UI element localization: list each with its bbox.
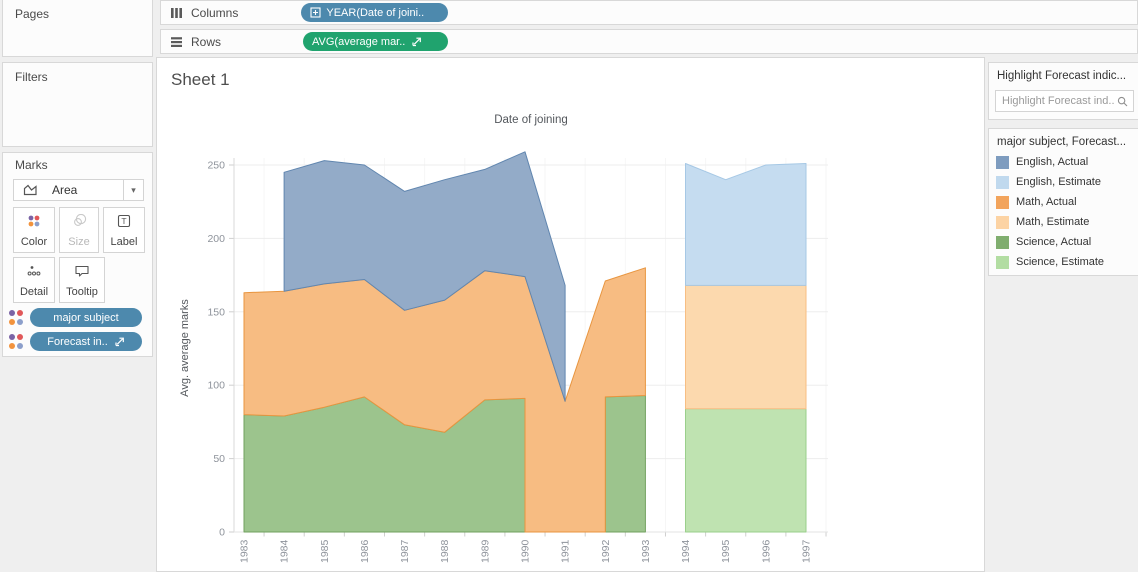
legend-item-label: Math, Estimate	[1016, 216, 1089, 228]
svg-text:50: 50	[213, 453, 225, 465]
pages-shelf[interactable]: Pages	[2, 0, 153, 57]
legend-item-label: Science, Actual	[1016, 236, 1091, 248]
svg-text:1985: 1985	[319, 539, 331, 563]
highlight-search-input[interactable]	[996, 95, 1115, 107]
svg-text:1994: 1994	[680, 539, 692, 563]
svg-text:1992: 1992	[600, 539, 612, 563]
legend-item-english-estimate[interactable]: English, Estimate	[989, 172, 1138, 192]
filters-shelf[interactable]: Filters	[2, 62, 153, 147]
legend-item-science-estimate[interactable]: Science, Estimate	[989, 252, 1138, 272]
label-button-label: Label	[111, 236, 138, 248]
detail-button[interactable]: Detail	[13, 257, 55, 303]
mark-type-value: Area	[52, 183, 77, 197]
chevron-down-icon[interactable]: ▾	[123, 180, 143, 200]
svg-text:1997: 1997	[800, 539, 812, 563]
search-icon[interactable]	[1117, 96, 1128, 107]
legend-swatch	[996, 256, 1009, 269]
columns-pill-year-date-of-joining[interactable]: YEAR(Date of joini..	[301, 3, 448, 22]
legend-swatch	[996, 236, 1009, 249]
columns-shelf-label: Columns	[191, 6, 238, 20]
marks-pill-row: major subject	[9, 308, 142, 327]
detail-icon	[27, 264, 42, 283]
area-mark-icon	[23, 184, 38, 196]
legend-item-label: English, Estimate	[1016, 176, 1101, 188]
svg-text:1993: 1993	[640, 539, 652, 563]
svg-text:1989: 1989	[479, 539, 491, 563]
svg-text:150: 150	[207, 306, 225, 318]
pill-major-subject[interactable]: major subject	[30, 308, 142, 327]
mark-type-dropdown[interactable]: Area ▾	[13, 179, 144, 201]
svg-text:0: 0	[219, 527, 225, 539]
color-legend-card: major subject, Forecast... English, Actu…	[988, 128, 1138, 276]
legend-item-math-actual[interactable]: Math, Actual	[989, 192, 1138, 212]
color-icon	[27, 214, 41, 233]
svg-text:1995: 1995	[720, 539, 732, 563]
svg-text:1988: 1988	[439, 539, 451, 563]
label-icon: T	[117, 214, 131, 233]
tooltip-icon	[74, 264, 90, 283]
detail-button-label: Detail	[20, 286, 48, 298]
rows-pill-avg-average-marks[interactable]: AVG(average mar..	[303, 32, 448, 51]
size-button-label: Size	[68, 236, 89, 248]
legend-swatch	[996, 176, 1009, 189]
rows-shelf[interactable]: Rows AVG(average mar..	[160, 29, 1138, 54]
rows-pill-label: AVG(average mar..	[312, 36, 405, 48]
legend-swatch	[996, 216, 1009, 229]
columns-icon	[170, 7, 183, 19]
legend-item-label: English, Actual	[1016, 156, 1088, 168]
marks-label: Marks	[3, 153, 152, 172]
highlight-search-box	[995, 90, 1134, 112]
tableau-window: Pages Filters Marks Area ▾ Color	[0, 0, 1138, 572]
rows-icon	[170, 36, 183, 48]
svg-text:Date of joining: Date of joining	[494, 114, 568, 126]
color-legend-icon	[9, 334, 24, 349]
tooltip-button[interactable]: Tooltip	[59, 257, 105, 303]
pill-forecast-indicator[interactable]: Forecast in..	[30, 332, 142, 351]
legend-item-label: Math, Actual	[1016, 196, 1077, 208]
svg-text:1986: 1986	[359, 539, 371, 563]
legend-item-english-actual[interactable]: English, Actual	[989, 152, 1138, 172]
svg-text:T: T	[121, 216, 126, 226]
svg-text:100: 100	[207, 380, 225, 392]
forecast-icon	[114, 336, 125, 347]
forecast-icon	[411, 36, 422, 47]
color-button-label: Color	[21, 236, 47, 248]
columns-pill-label: YEAR(Date of joini..	[326, 7, 424, 19]
size-icon	[72, 214, 87, 233]
legend-item-math-estimate[interactable]: Math, Estimate	[989, 212, 1138, 232]
svg-text:Avg. average marks: Avg. average marks	[179, 299, 191, 397]
legend-swatch	[996, 156, 1009, 169]
color-button[interactable]: Color	[13, 207, 55, 253]
svg-text:1990: 1990	[519, 539, 531, 563]
svg-text:250: 250	[207, 160, 225, 172]
marks-card: Marks Area ▾ Color	[2, 152, 153, 357]
columns-shelf[interactable]: Columns YEAR(Date of joini..	[160, 0, 1138, 25]
tooltip-button-label: Tooltip	[66, 286, 98, 298]
svg-text:1991: 1991	[560, 539, 572, 563]
pill-forecast-indicator-label: Forecast in..	[47, 336, 108, 348]
highlight-card-title: Highlight Forecast indic...	[989, 63, 1138, 86]
rows-shelf-label: Rows	[191, 35, 221, 49]
worksheet-view: Sheet 1 0 50 100 150 200 250 Date of joining Av…	[156, 57, 985, 572]
marks-pill-row: Forecast in..	[9, 332, 142, 351]
svg-text:1984: 1984	[279, 539, 291, 563]
pages-label: Pages	[3, 0, 152, 21]
svg-text:1996: 1996	[760, 539, 772, 563]
legend-swatch	[996, 196, 1009, 209]
svg-text:1983: 1983	[239, 539, 251, 563]
area-chart[interactable]: 0 50 100 150 200 250 Date of joining Avg. avera…	[157, 58, 984, 571]
sheet-title: Sheet 1	[171, 70, 230, 90]
legend-item-label: Science, Estimate	[1016, 256, 1104, 268]
filters-label: Filters	[3, 63, 152, 84]
legend-item-science-actual[interactable]: Science, Actual	[989, 232, 1138, 252]
expand-plus-icon	[310, 7, 321, 18]
svg-text:200: 200	[207, 233, 225, 245]
legend-card-title: major subject, Forecast...	[989, 129, 1138, 152]
pill-major-subject-label: major subject	[53, 312, 118, 324]
color-legend-icon	[9, 310, 24, 325]
label-button[interactable]: T Label	[103, 207, 145, 253]
highlight-forecast-card: Highlight Forecast indic...	[988, 62, 1138, 120]
svg-text:1987: 1987	[399, 539, 411, 563]
size-button[interactable]: Size	[59, 207, 99, 253]
